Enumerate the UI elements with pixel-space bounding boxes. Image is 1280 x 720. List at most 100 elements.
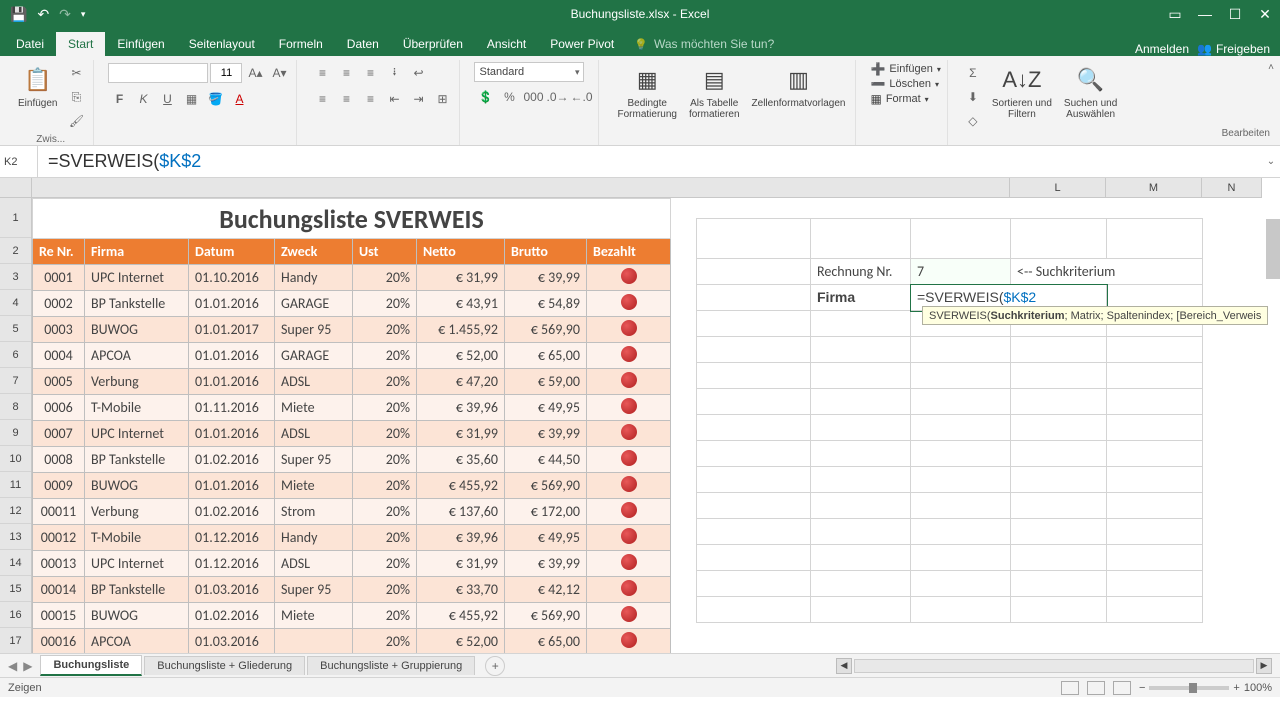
table-row[interactable]: 00016APCOA01.03.201620%€ 52,00€ 65,00	[33, 629, 671, 654]
table-row[interactable]: 0001UPC Internet01.10.2016Handy20%€ 31,9…	[33, 265, 671, 291]
expand-formula-bar-icon[interactable]: ⌄	[1262, 156, 1280, 167]
row-header[interactable]: 4	[0, 290, 31, 316]
hscroll-left-icon[interactable]: ◀	[836, 658, 852, 674]
row-header[interactable]: 13	[0, 524, 31, 550]
merge-icon[interactable]: ⊞	[431, 88, 453, 110]
sheet-nav-prev-icon[interactable]: ◀	[8, 659, 17, 673]
tab-view[interactable]: Ansicht	[475, 32, 538, 56]
tell-me-input[interactable]: Was möchten Sie tun?	[626, 32, 782, 56]
cut-icon[interactable]: ✂	[65, 62, 87, 84]
table-row[interactable]: 0009BUWOG01.01.2016Miete20%€ 455,92€ 569…	[33, 473, 671, 499]
view-layout-icon[interactable]	[1087, 681, 1105, 695]
indent-right-icon[interactable]: ⇥	[407, 88, 429, 110]
sheet-tab-2[interactable]: Buchungsliste + Gliederung	[144, 656, 305, 675]
row-header[interactable]: 6	[0, 342, 31, 368]
conditional-format-button[interactable]: ▦Bedingte Formatierung	[613, 62, 680, 122]
orientation-icon[interactable]: ⭭	[383, 62, 405, 84]
align-left-icon[interactable]: ≡	[311, 88, 333, 110]
hscroll-right-icon[interactable]: ▶	[1256, 658, 1272, 674]
format-painter-icon[interactable]: 🖌	[65, 110, 87, 132]
align-middle-icon[interactable]: ≡	[335, 62, 357, 84]
row-header[interactable]: 5	[0, 316, 31, 342]
col-header-l[interactable]: L	[1010, 178, 1106, 198]
table-row[interactable]: 0003BUWOG01.01.2017Super 9520%€ 1.455,92…	[33, 317, 671, 343]
sheet-nav-next-icon[interactable]: ▶	[23, 659, 32, 673]
row-header[interactable]: 15	[0, 576, 31, 602]
font-name-input[interactable]	[108, 63, 208, 83]
table-row[interactable]: 00013UPC Internet01.12.2016ADSL20%€ 31,9…	[33, 551, 671, 577]
fill-icon[interactable]: ⬇	[962, 86, 984, 108]
border-icon[interactable]: ▦	[180, 88, 202, 110]
spreadsheet-grid[interactable]: 1 2 3 4 5 6 7 8 9 10 11 12 13 14 15 16 1…	[0, 178, 1280, 653]
view-pagebreak-icon[interactable]	[1113, 681, 1131, 695]
zoom-slider[interactable]	[1149, 686, 1229, 690]
align-center-icon[interactable]: ≡	[335, 88, 357, 110]
format-cells-button[interactable]: ▦Format▾	[870, 92, 928, 106]
row-header[interactable]: 3	[0, 264, 31, 290]
table-row[interactable]: 0004APCOA01.01.2016GARAGE20%€ 52,00€ 65,…	[33, 343, 671, 369]
decrease-decimal-icon[interactable]: ←.0	[570, 86, 592, 108]
find-select-button[interactable]: 🔍Suchen und Auswählen	[1060, 62, 1121, 122]
increase-decimal-icon[interactable]: .0→	[546, 86, 568, 108]
fill-color-icon[interactable]: 🪣	[204, 88, 226, 110]
undo-icon[interactable]: ↶	[37, 6, 49, 23]
row-header[interactable]: 2	[0, 238, 31, 264]
ribbon-options-icon[interactable]: ▭	[1160, 6, 1190, 23]
select-all-corner[interactable]	[0, 178, 31, 198]
view-normal-icon[interactable]	[1061, 681, 1079, 695]
tab-formulas[interactable]: Formeln	[267, 32, 335, 56]
save-icon[interactable]: 💾	[10, 6, 27, 23]
percent-icon[interactable]: %	[498, 86, 520, 108]
paste-button[interactable]: 📋 Einfügen	[14, 62, 61, 111]
row-header[interactable]: 10	[0, 446, 31, 472]
zoom-out-icon[interactable]: −	[1139, 682, 1145, 694]
autosum-icon[interactable]: Σ	[962, 62, 984, 84]
col-header-blank[interactable]	[32, 178, 1010, 198]
qat-more-icon[interactable]: ▾	[81, 9, 86, 20]
sheet-tab-3[interactable]: Buchungsliste + Gruppierung	[307, 656, 475, 675]
zoom-level[interactable]: 100%	[1244, 682, 1272, 694]
row-header[interactable]: 1	[0, 198, 31, 238]
row-header[interactable]: 8	[0, 394, 31, 420]
align-top-icon[interactable]: ≡	[311, 62, 333, 84]
format-as-table-button[interactable]: ▤Als Tabelle formatieren	[685, 62, 744, 122]
close-icon[interactable]: ✕	[1250, 6, 1280, 23]
rechnung-value-cell[interactable]: 7	[911, 259, 1011, 285]
font-color-icon[interactable]: A	[228, 88, 250, 110]
tab-review[interactable]: Überprüfen	[391, 32, 475, 56]
sheet-tab-1[interactable]: Buchungsliste	[40, 655, 142, 676]
signin-link[interactable]: Anmelden	[1135, 42, 1189, 56]
tab-home[interactable]: Start	[56, 32, 105, 56]
wrap-text-icon[interactable]: ↩	[407, 62, 429, 84]
row-header[interactable]: 9	[0, 420, 31, 446]
clear-icon[interactable]: ◇	[962, 110, 984, 132]
delete-cells-button[interactable]: ➖Löschen▾	[870, 77, 939, 91]
increase-font-icon[interactable]: A▴	[244, 62, 266, 84]
tab-file[interactable]: Datei	[4, 32, 56, 56]
row-header[interactable]: 14	[0, 550, 31, 576]
share-button[interactable]: 👥 Freigeben	[1197, 42, 1270, 56]
table-row[interactable]: 00015BUWOG01.02.2016Miete20%€ 455,92€ 56…	[33, 603, 671, 629]
sort-filter-button[interactable]: A↓ZSortieren und Filtern	[988, 62, 1056, 122]
horizontal-scrollbar[interactable]: ◀ ▶	[836, 658, 1280, 674]
tab-powerpivot[interactable]: Power Pivot	[538, 32, 626, 56]
zoom-in-icon[interactable]: +	[1233, 682, 1239, 694]
row-header[interactable]: 7	[0, 368, 31, 394]
bold-icon[interactable]: F	[108, 88, 130, 110]
comma-icon[interactable]: 000	[522, 86, 544, 108]
tab-data[interactable]: Daten	[335, 32, 391, 56]
row-header[interactable]: 16	[0, 602, 31, 628]
main-table[interactable]: Buchungsliste SVERWEIS Re Nr. Firma Datu…	[32, 198, 671, 653]
table-row[interactable]: 00014BP Tankstelle01.03.2016Super 9520%€…	[33, 577, 671, 603]
number-format-select[interactable]: Standard	[474, 62, 584, 82]
row-header[interactable]: 11	[0, 472, 31, 498]
collapse-ribbon-icon[interactable]: ˄	[1268, 62, 1274, 73]
redo-icon[interactable]: ↷	[59, 6, 71, 23]
indent-left-icon[interactable]: ⇤	[383, 88, 405, 110]
row-header[interactable]: 12	[0, 498, 31, 524]
tab-insert[interactable]: Einfügen	[105, 32, 176, 56]
copy-icon[interactable]: ⎘	[65, 86, 87, 108]
align-bottom-icon[interactable]: ≡	[359, 62, 381, 84]
align-right-icon[interactable]: ≡	[359, 88, 381, 110]
table-row[interactable]: 0007UPC Internet01.01.2016ADSL20%€ 31,99…	[33, 421, 671, 447]
